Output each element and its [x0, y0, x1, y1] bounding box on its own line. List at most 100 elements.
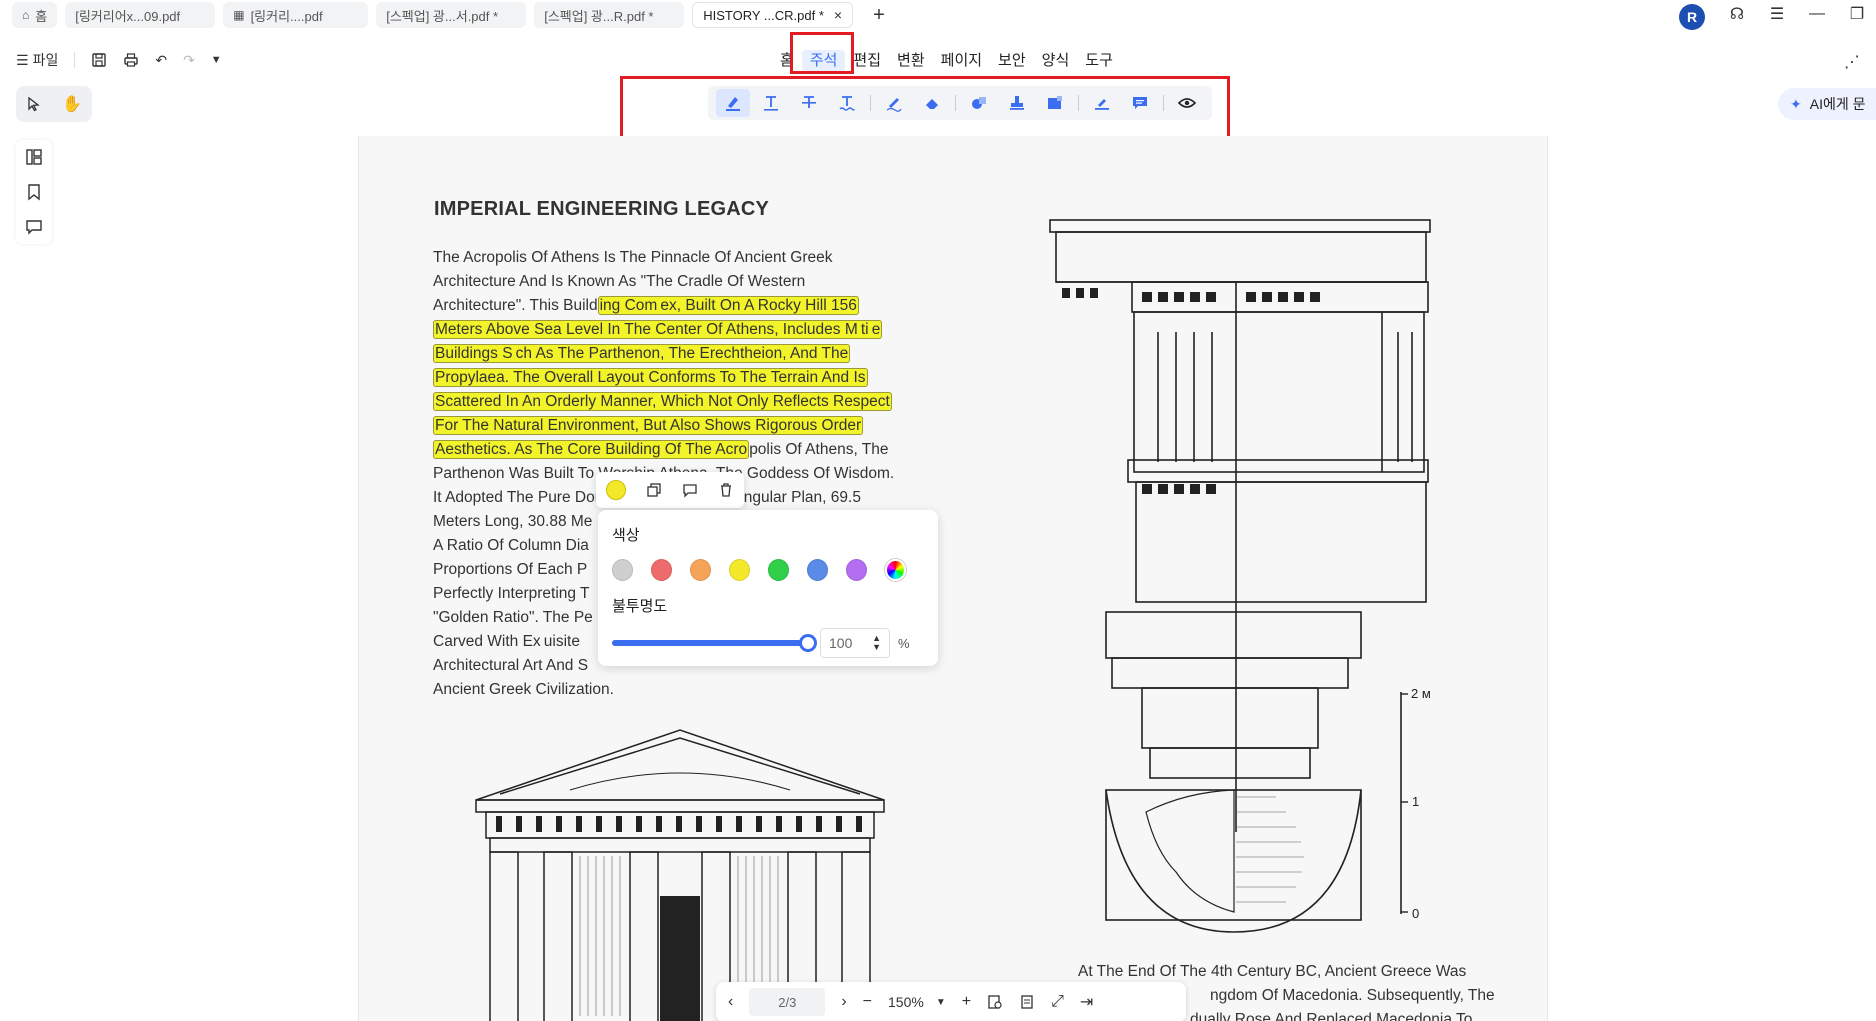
hamburger-icon: ☰ — [16, 51, 29, 68]
save-icon — [92, 53, 107, 67]
menu-form[interactable]: 양식 — [1034, 50, 1078, 72]
avatar[interactable]: R — [1679, 4, 1705, 30]
file-menu-button[interactable]: ☰ 파일 — [16, 50, 58, 70]
tab-document-1[interactable]: [링커리어x...09.pdf — [65, 2, 216, 28]
tab-document-4[interactable]: [스펙업] 광...R.pdf * — [534, 2, 685, 28]
color-label: 색상 — [612, 527, 640, 544]
tab-label: [스펙업] 광...서.pdf * — [386, 8, 499, 24]
bookmark-icon[interactable] — [25, 183, 43, 201]
tab-home[interactable]: ⌂ 홈 — [12, 2, 58, 28]
tab-label: [링커리....pdf — [250, 8, 323, 24]
zoom-in-icon[interactable]: + — [962, 993, 971, 1011]
text-run: Proportions Of Each P — [433, 561, 588, 578]
redo-button[interactable]: ↷ — [183, 52, 195, 69]
tab-label: HISTORY ...CR.pdf * — [703, 7, 824, 23]
minimize-icon[interactable]: — — [1805, 5, 1829, 23]
scale-label-2m: 2 м — [1411, 686, 1431, 701]
next-page-chevron-icon[interactable]: › — [841, 993, 846, 1011]
opacity-stepper[interactable]: 100 ▲ ▼ — [820, 628, 890, 658]
custom-color-swatch[interactable] — [884, 559, 906, 581]
text-line: For The Natural Environment, But Also Sh… — [433, 414, 923, 438]
text-line: Architecture". This Build ing Com ex, Bui… — [433, 294, 923, 318]
menu-page[interactable]: 페이지 — [933, 50, 990, 72]
text-line: The Acropolis Of Athens Is The Pinnacle … — [433, 246, 923, 270]
color-swatch[interactable] — [689, 559, 711, 581]
highlight-annotation[interactable]: Buildings S ch As The Parthenon, The Ere… — [433, 344, 851, 363]
menu-convert[interactable]: 변환 — [889, 50, 933, 72]
opacity-slider[interactable] — [612, 634, 817, 652]
redo-icon: ↷ — [183, 51, 195, 68]
thumbnails-icon[interactable] — [25, 148, 43, 166]
scale-label-0: 0 — [1412, 906, 1419, 921]
text-run: The Acropolis Of Athens Is The Pinnacle … — [433, 249, 833, 266]
menu-tools[interactable]: 도구 — [1077, 50, 1121, 72]
page-navigation-bar: ‹ 2/3 › − 150% ▼ + ⤢ ⇥ — [716, 982, 1186, 1021]
focus-box-menu — [790, 32, 854, 74]
highlight-annotation[interactable]: Propylaea. The Overall Layout Conforms T… — [433, 368, 868, 387]
page-number-input[interactable]: 2/3 — [749, 988, 826, 1016]
ai-assistant-button[interactable]: ✦ AI에게 문 — [1778, 88, 1876, 120]
zoom-dropdown-icon[interactable]: ▼ — [936, 997, 946, 1008]
file-toolbar: ☰ 파일 ↶ ↷ ▼ — [16, 50, 238, 70]
color-swatch[interactable] — [845, 559, 867, 581]
color-swatch[interactable] — [767, 559, 789, 581]
text-line: Propylaea. The Overall Layout Conforms T… — [433, 366, 923, 390]
slider-handle[interactable] — [799, 634, 817, 652]
new-tab-plus-icon[interactable]: + — [873, 4, 885, 27]
text-line: Meters Above Sea Level In The Center Of … — [433, 318, 923, 342]
color-swatch[interactable] — [806, 559, 828, 581]
menu-security[interactable]: 보안 — [990, 50, 1034, 72]
tab-document-3[interactable]: [스펙업] 광...서.pdf * — [376, 2, 527, 28]
more-dropdown-button[interactable]: ▼ — [211, 54, 222, 66]
copy-icon[interactable] — [646, 482, 662, 498]
tab-document-active[interactable]: HISTORY ...CR.pdf * × — [692, 2, 854, 28]
color-picker-button[interactable] — [606, 480, 626, 500]
highlight-annotation[interactable]: Aesthetics. As The Core Building Of The … — [433, 440, 750, 459]
hamburger-menu-icon[interactable]: ☰ — [1765, 4, 1789, 24]
comments-panel-icon[interactable] — [25, 218, 43, 236]
highlight-annotation[interactable]: For The Natural Environment, But Also Sh… — [433, 416, 864, 435]
text-run: Architecture". This Build — [433, 297, 598, 314]
opacity-unit: % — [898, 635, 910, 651]
tab-label: [스펙업] 광...R.pdf * — [544, 8, 654, 24]
home-icon: ⌂ — [22, 8, 30, 22]
restore-icon[interactable]: ❐ — [1845, 4, 1869, 24]
support-headset-icon[interactable]: ☊ — [1725, 4, 1749, 24]
text-run: polis Of Athens, The — [749, 441, 889, 458]
highlight-annotation[interactable]: Meters Above Sea Level In The Center Of … — [433, 320, 883, 339]
save-button[interactable] — [91, 52, 107, 68]
select-arrow-icon[interactable] — [26, 96, 42, 112]
file-menu-label: 파일 — [32, 52, 59, 68]
opacity-value: 100 — [829, 635, 853, 651]
tab-label: [링커리어x...09.pdf — [75, 8, 181, 24]
trash-icon[interactable] — [718, 482, 734, 498]
share-icon[interactable]: ⋰ — [1844, 52, 1860, 72]
ai-sparkle-icon: ✦ — [1790, 95, 1802, 112]
print-button[interactable] — [123, 52, 139, 68]
add-comment-icon[interactable] — [682, 482, 698, 498]
color-swatch[interactable] — [612, 559, 633, 581]
undo-button[interactable]: ↶ — [155, 52, 167, 69]
exit-icon[interactable]: ⇥ — [1080, 992, 1093, 1012]
fit-page-icon[interactable] — [987, 994, 1003, 1010]
zoom-level[interactable]: 150% — [888, 994, 924, 1010]
color-swatch[interactable] — [728, 559, 750, 581]
color-swatch[interactable] — [650, 559, 672, 581]
text-run: Perfectly Interpreting T — [433, 585, 590, 602]
hand-icon[interactable]: ✋ — [62, 94, 82, 114]
highlight-annotation[interactable]: Scattered In An Orderly Manner, Which No… — [433, 392, 892, 411]
opacity-slider-row: 100 ▲ ▼ % — [612, 628, 924, 658]
text-line: Scattered In An Orderly Manner, Which No… — [433, 390, 923, 414]
stepper-arrows-icon[interactable]: ▲ ▼ — [872, 634, 881, 652]
tab-document-2[interactable]: ▦ [링커리....pdf — [223, 2, 369, 28]
text-run: Architecture And Is Known As "The Cradle… — [433, 273, 806, 290]
page-view-icon[interactable] — [1019, 994, 1035, 1010]
close-icon[interactable]: × — [834, 7, 842, 23]
zoom-out-icon[interactable]: − — [863, 993, 872, 1011]
grid-icon: ▦ — [233, 8, 245, 22]
fullscreen-icon[interactable]: ⤢ — [1051, 993, 1064, 1011]
window-controls-right: ☊ ☰ — ❐ — [1725, 4, 1869, 24]
highlight-annotation[interactable]: ing Com ex, Built On A Rocky Hill 156 — [597, 296, 859, 315]
prev-page-chevron-icon[interactable]: ‹ — [728, 993, 733, 1011]
tab-bar: ⌂ 홈 [링커리어x...09.pdf ▦ [링커리....pdf [스펙업] … — [0, 0, 1876, 30]
